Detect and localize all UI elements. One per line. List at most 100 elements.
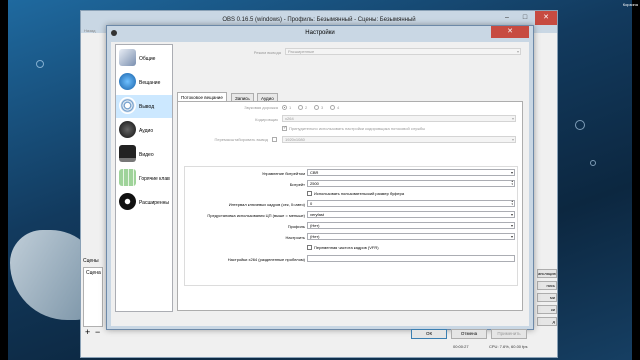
encoder-select[interactable]: x264 ▾ [282,115,516,122]
preset-value: veryfast [310,212,325,217]
chevron-down-icon: ▾ [510,170,513,175]
monitor-icon [119,145,136,162]
spin-arrows-icon[interactable]: ▴ ▾ [511,180,513,186]
bubble [590,160,596,166]
rescale-label: Перемасштабировать вывод [214,137,268,142]
scene-item[interactable]: Сцена [86,270,101,276]
scenes-list[interactable]: Сцена [83,267,103,327]
enforce-encoder-label: Принудительно использовать настройки код… [289,126,426,131]
settings-button[interactable]: ки [537,305,557,314]
keyint-label: Интервал ключевых кадров (сек, 0=авто) [228,202,305,207]
tune-value: (Нет) [310,234,320,239]
general-settings-icon [119,49,136,66]
exit-button[interactable]: д [537,317,557,326]
audio-track-radio-2[interactable] [298,105,303,110]
preset-select[interactable]: veryfast ▾ [307,211,515,218]
settings-title: Настройки [305,30,335,36]
letterbox-left [0,0,8,360]
spin-arrows-icon[interactable]: ▴ ▾ [511,200,513,206]
chevron-down-icon: ▾ [510,212,513,217]
encoder-settings-group: Управление битрейтом CBR ▾ Битрейт 2500 … [184,166,518,286]
category-audio[interactable]: Аудио [116,119,172,142]
vfr-checkbox[interactable] [307,245,312,250]
close-icon[interactable]: ✕ [535,11,557,25]
chevron-down-icon: ▾ [516,49,519,54]
profile-select[interactable]: (Нет) ▾ [307,222,515,229]
audio-track-radio-1[interactable] [282,105,287,110]
settings-dialog: Настройки ✕ Общие Вещание Вывод Аудио Ви… [106,25,534,339]
rescale-checkbox[interactable] [272,137,277,142]
studio-mode-button[interactable]: ми [537,293,557,302]
x264-options-label: Настройки x264 (разделенные пробелом) [227,257,305,262]
category-general[interactable]: Общие [116,47,172,70]
start-streaming-button[interactable]: ансляцию [537,269,557,278]
cancel-button[interactable]: Отмена [451,329,487,339]
output-broadcast-icon [119,97,136,114]
streaming-panel: Звуковая дорожка 1 2 3 4 Кодировщик x264… [177,101,523,311]
rescale-value: 1920x1080 [285,137,305,142]
chevron-down-icon: ▾ [511,137,514,142]
category-label: Расширенны [139,200,169,206]
category-output[interactable]: Вывод [116,95,172,118]
keyint-value: 0 [310,201,313,206]
encoder-label: Кодировщик [255,117,278,122]
vfr-label: Переменная частота кадров (VFR) [314,245,379,250]
keyint-spinbox[interactable]: 0 ▴ ▾ [307,200,515,207]
audio-track-label: Звуковая дорожка [244,105,278,110]
output-mode-select[interactable]: Расширенные ▾ [285,48,521,55]
category-label: Аудио [139,128,154,134]
settings-titlebar: Настройки ✕ [107,26,533,41]
gears-icon [119,193,136,210]
bubble [575,120,585,130]
stream-time: 00:00:27 [453,344,469,349]
category-label: Горячие клав [139,176,170,182]
recycle-bin-label[interactable]: Корзина [618,2,638,7]
audio-track-option: 4 [337,105,340,110]
back-label[interactable]: Назад [84,28,95,33]
letterbox-right [632,0,640,360]
category-label: Вещание [139,80,161,86]
maximize-icon[interactable]: □ [517,11,533,25]
custom-buffer-label: Использовать пользовательский размер буф… [314,191,405,196]
rate-control-label: Управление битрейтом [261,171,305,176]
bitrate-label: Битрейт [289,182,305,187]
status-bar: 00:00:27 CPU: 7.6%, 60.00 fps [81,339,557,357]
x264-options-input[interactable] [307,255,515,262]
bitrate-value: 2500 [310,181,319,186]
settings-body: Общие Вещание Вывод Аудио Видео Горячие … [111,42,529,339]
apply-button[interactable]: Применить [491,329,527,339]
close-icon[interactable]: ✕ [491,26,529,38]
category-label: Вывод [139,104,155,110]
category-list: Общие Вещание Вывод Аудио Видео Горячие … [115,44,173,312]
profile-label: Профиль [287,224,305,229]
audio-track-option: 2 [305,105,308,110]
audio-track-radio-3[interactable] [314,105,319,110]
category-advanced[interactable]: Расширенны [116,191,172,214]
profile-value: (Нет) [310,223,320,228]
minimize-icon[interactable]: – [499,11,515,25]
rescale-select[interactable]: 1920x1080 ▾ [282,136,516,143]
tune-select[interactable]: (Нет) ▾ [307,233,515,240]
cpu-fps-readout: CPU: 7.6%, 60.00 fps [489,344,528,349]
category-hotkeys[interactable]: Горячие клав [116,167,172,190]
scenes-header: Сцены [83,258,99,264]
bitrate-spinbox[interactable]: 2500 ▴ ▾ [307,180,515,187]
category-stream[interactable]: Вещание [116,71,172,94]
chevron-down-icon: ▾ [511,116,514,121]
add-scene-icon[interactable]: + [85,327,90,337]
remove-scene-icon[interactable]: − [95,327,100,337]
enforce-encoder-checkbox[interactable] [282,125,287,131]
custom-buffer-checkbox[interactable] [307,191,312,196]
audio-track-radio-4[interactable] [330,105,335,110]
output-mode-label: Режим вывода [253,50,281,55]
output-mode-value: Расширенные [288,49,315,54]
start-recording-button[interactable]: пись [537,281,557,290]
ok-button[interactable]: ОК [411,329,447,339]
rate-control-select[interactable]: CBR ▾ [307,169,515,176]
encoder-value: x264 [285,116,294,121]
rate-control-value: CBR [310,170,319,175]
chevron-down-icon: ▾ [510,234,513,239]
stream-globe-icon [119,73,136,90]
category-label: Видео [139,152,154,158]
category-video[interactable]: Видео [116,143,172,166]
